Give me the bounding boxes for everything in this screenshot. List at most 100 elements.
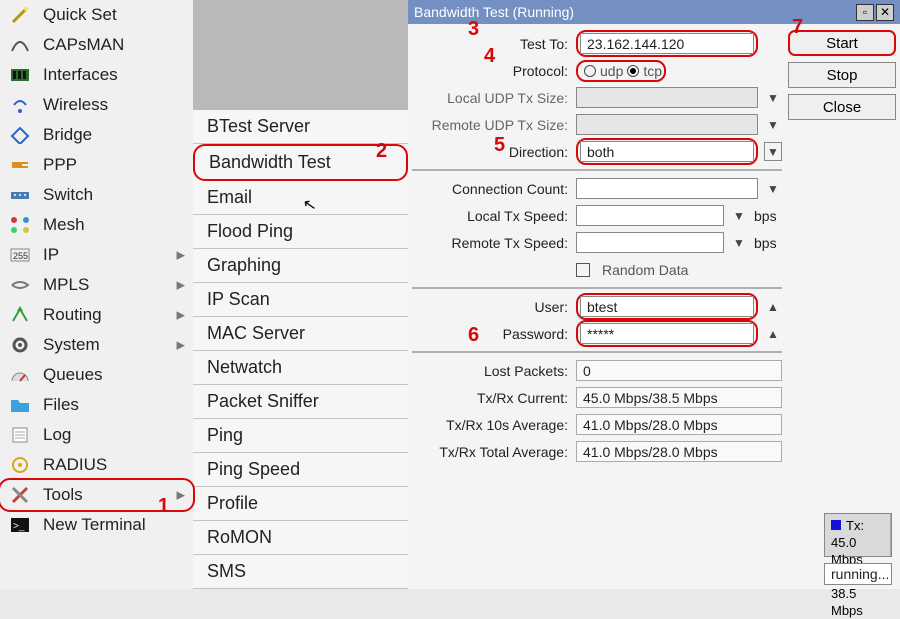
protocol-udp-radio[interactable] <box>584 65 596 77</box>
nav-label: Wireless <box>43 95 108 115</box>
submenu-mac-server[interactable]: MAC Server <box>193 317 408 351</box>
nav-label: Log <box>43 425 71 445</box>
close-window-button[interactable]: ✕ <box>876 4 894 21</box>
legend-swatch-tx <box>831 520 841 530</box>
nav-label: Switch <box>43 185 93 205</box>
nav-label: MPLS <box>43 275 89 295</box>
remote-udp-input <box>576 114 758 135</box>
txrx-total-value: 41.0 Mbps/28.0 Mbps <box>576 441 782 462</box>
nav-routing[interactable]: Routing ▸ <box>0 300 193 330</box>
nav-label: Tools <box>43 485 83 505</box>
dropdown-icon[interactable]: ▼ <box>764 182 782 196</box>
dropdown-icon[interactable]: ▼ <box>764 91 782 105</box>
remote-tx-input[interactable] <box>576 232 724 253</box>
stop-button[interactable]: Stop <box>788 62 896 88</box>
nav-capsman[interactable]: CAPsMAN <box>0 30 193 60</box>
nav-label: PPP <box>43 155 77 175</box>
nav-label: System <box>43 335 100 355</box>
submenu-header <box>193 0 408 110</box>
label-remote-udp: Remote UDP Tx Size: <box>412 117 570 133</box>
left-nav: Quick Set CAPsMAN Interfaces Wireless Br… <box>0 0 193 589</box>
wifi-arc-icon <box>8 35 32 55</box>
label-avgtot: Tx/Rx Total Average: <box>412 444 570 460</box>
nav-mesh[interactable]: Mesh <box>0 210 193 240</box>
nav-tools[interactable]: Tools ▸ <box>0 480 193 510</box>
protocol-tcp-radio[interactable] <box>627 65 639 77</box>
dropdown-icon[interactable]: ▼ <box>764 118 782 132</box>
close-button[interactable]: Close <box>788 94 896 120</box>
nav-label: Interfaces <box>43 65 118 85</box>
nav-wireless[interactable]: Wireless <box>0 90 193 120</box>
chevron-right-icon: ▸ <box>176 485 185 505</box>
nav-label: IP <box>43 245 59 265</box>
mpls-icon <box>8 275 32 295</box>
nav-new-terminal[interactable]: >_ New Terminal <box>0 510 193 540</box>
nav-log[interactable]: Log <box>0 420 193 450</box>
submenu-btest-server[interactable]: BTest Server <box>193 110 408 144</box>
plug-icon <box>8 155 32 175</box>
unit-bps: bps <box>754 235 782 251</box>
nav-quick-set[interactable]: Quick Set <box>0 0 193 30</box>
collapse-icon[interactable]: ▲ <box>764 327 782 341</box>
submenu-packet-sniffer[interactable]: Packet Sniffer <box>193 385 408 419</box>
submenu-email[interactable]: Email <box>193 181 408 215</box>
nav-label: New Terminal <box>43 515 146 535</box>
local-tx-input[interactable] <box>576 205 724 226</box>
nav-system[interactable]: System ▸ <box>0 330 193 360</box>
lost-packets-value: 0 <box>576 360 782 381</box>
mesh-icon <box>8 215 32 235</box>
submenu-netwatch[interactable]: Netwatch <box>193 351 408 385</box>
direction-dropdown-button[interactable]: ▼ <box>764 142 782 161</box>
label-conn-count: Connection Count: <box>412 181 570 197</box>
throughput-chart: Tx: 45.0 Mbps Rx: 38.5 Mbps <box>824 513 892 557</box>
submenu-romon[interactable]: RoMON <box>193 521 408 555</box>
tools-icon <box>8 485 32 505</box>
nav-interfaces[interactable]: Interfaces <box>0 60 193 90</box>
chevron-right-icon: ▸ <box>176 335 185 355</box>
nic-icon <box>8 65 32 85</box>
minimize-button[interactable]: ▫ <box>856 4 874 21</box>
submenu-sms[interactable]: SMS <box>193 555 408 589</box>
submenu-graphing[interactable]: Graphing <box>193 249 408 283</box>
submenu-profile[interactable]: Profile <box>193 487 408 521</box>
connection-count-input[interactable] <box>576 178 758 199</box>
label-local-tx: Local Tx Speed: <box>412 208 570 224</box>
start-button[interactable]: Start <box>788 30 896 56</box>
dropdown-icon[interactable]: ▼ <box>730 209 748 223</box>
submenu-flood-ping[interactable]: Flood Ping <box>193 215 408 249</box>
test-to-input[interactable]: 23.162.144.120 <box>580 33 754 54</box>
label-test-to: Test To: <box>412 36 570 52</box>
nav-label: Routing <box>43 305 102 325</box>
password-input[interactable]: ***** <box>580 323 754 344</box>
titlebar[interactable]: Bandwidth Test (Running) ▫ ✕ <box>408 0 900 24</box>
routing-icon <box>8 305 32 325</box>
nav-mpls[interactable]: MPLS ▸ <box>0 270 193 300</box>
submenu-ping[interactable]: Ping <box>193 419 408 453</box>
nav-ppp[interactable]: PPP <box>0 150 193 180</box>
direction-select[interactable]: both <box>580 141 754 162</box>
submenu-bandwidth-test[interactable]: Bandwidth Test <box>193 144 408 181</box>
random-data-checkbox[interactable] <box>576 263 590 277</box>
chevron-right-icon: ▸ <box>176 305 185 325</box>
nav-files[interactable]: Files <box>0 390 193 420</box>
user-input[interactable]: btest <box>580 296 754 317</box>
submenu-ping-speed[interactable]: Ping Speed <box>193 453 408 487</box>
nav-ip[interactable]: 255 IP ▸ <box>0 240 193 270</box>
label-direction: Direction: <box>412 144 570 160</box>
window-title: Bandwidth Test (Running) <box>414 4 854 20</box>
txrx-10s-value: 41.0 Mbps/28.0 Mbps <box>576 414 782 435</box>
terminal-icon: >_ <box>8 515 32 535</box>
nav-bridge[interactable]: Bridge <box>0 120 193 150</box>
nav-label: Files <box>43 395 79 415</box>
ip-icon: 255 <box>8 245 32 265</box>
svg-text:>_: >_ <box>13 521 25 532</box>
protocol-tcp-label: tcp <box>643 63 662 79</box>
nav-radius[interactable]: RADIUS <box>0 450 193 480</box>
nav-switch[interactable]: Switch <box>0 180 193 210</box>
nav-queues[interactable]: Queues <box>0 360 193 390</box>
label-password: Password: <box>412 326 570 342</box>
window-actions: Start Stop Close <box>788 30 896 465</box>
submenu-ip-scan[interactable]: IP Scan <box>193 283 408 317</box>
collapse-icon[interactable]: ▲ <box>764 300 782 314</box>
dropdown-icon[interactable]: ▼ <box>730 236 748 250</box>
